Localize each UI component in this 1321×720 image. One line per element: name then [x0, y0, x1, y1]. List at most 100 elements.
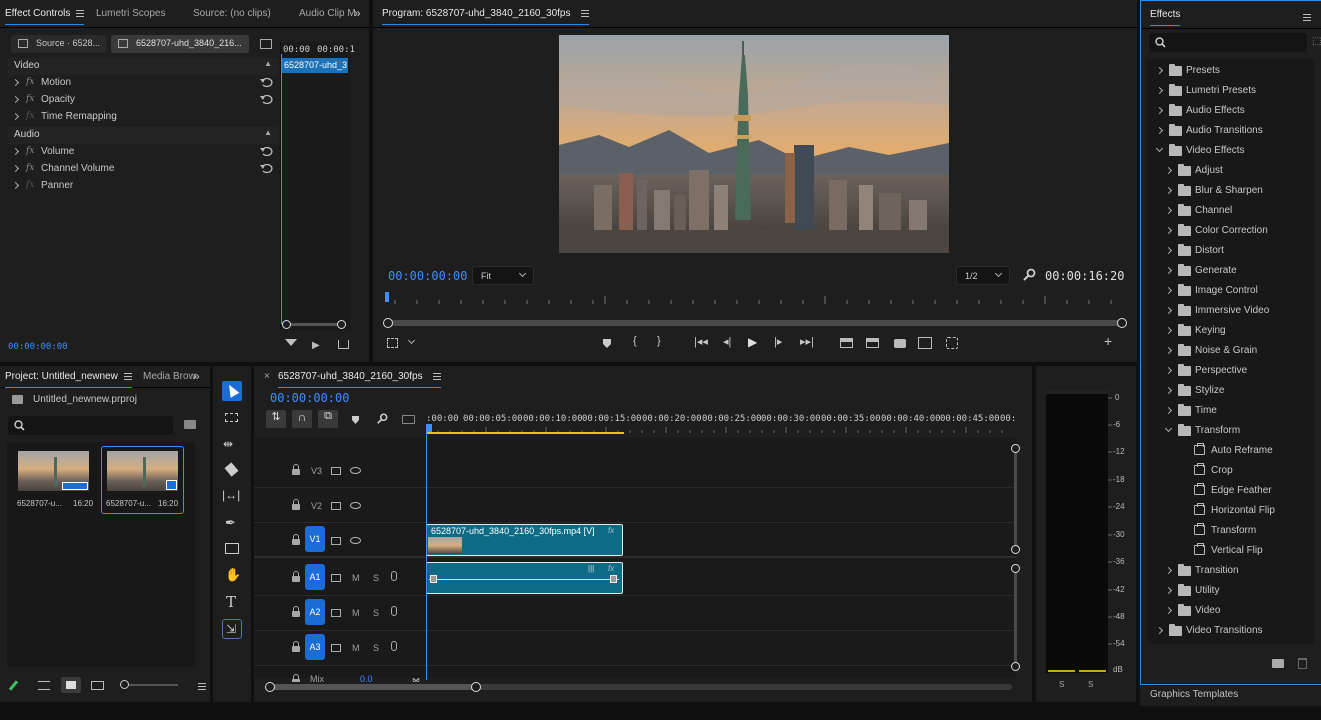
panel-menu-icon[interactable] [198, 682, 206, 690]
effect-row-motion[interactable]: fx Motion [8, 75, 278, 92]
expand-volume-icon[interactable] [11, 147, 20, 156]
solo-button[interactable]: S [373, 643, 379, 653]
eye-icon[interactable] [350, 537, 361, 544]
mark-in-icon[interactable]: { [633, 335, 637, 347]
camera-icon[interactable] [894, 339, 906, 348]
add-marker-icon[interactable] [602, 338, 612, 349]
solo-button[interactable]: S [373, 608, 379, 618]
resolution-select[interactable]: 1/2 [956, 266, 1010, 285]
lock-icon[interactable] [292, 606, 300, 617]
timeline-ruler[interactable]: :00:00 00:00:05:00 00:00:10:00 00:00:15:… [426, 410, 1016, 434]
expand-time-remapping-icon[interactable] [11, 112, 20, 121]
filter-icon[interactable] [285, 339, 297, 346]
track-target-a3[interactable]: A3 [305, 634, 325, 660]
panel-menu-icon[interactable] [1303, 13, 1311, 21]
mark-out-icon[interactable]: } [657, 335, 661, 347]
mute-button[interactable]: M [352, 573, 360, 583]
effect-row-time-remapping[interactable]: fx Time Remapping [8, 109, 278, 126]
collapse-video-icon[interactable]: ▲ [264, 59, 272, 68]
tab-sequence[interactable]: 6528707-uhd_3840_2160_30fps [278, 371, 441, 388]
effect-row-channel-volume[interactable]: fx Channel Volume [8, 161, 278, 178]
toggle-timeline-view-icon[interactable] [260, 39, 272, 49]
program-time-ruler[interactable] [385, 292, 1122, 306]
work-area-bar[interactable] [426, 432, 624, 434]
tab-effect-controls[interactable]: Effect Controls [5, 8, 85, 25]
fx-icon[interactable]: fx [26, 111, 34, 121]
program-video-frame[interactable] [559, 35, 949, 253]
go-to-in-icon[interactable]: |◂◂ [694, 335, 708, 348]
extract-icon[interactable] [866, 338, 879, 348]
play-icon[interactable]: ▶ [748, 335, 757, 349]
play-audio-icon[interactable]: ▶ [312, 340, 320, 351]
microphone-icon[interactable] [391, 641, 397, 651]
audio-volume-line[interactable] [429, 579, 619, 580]
tab-project[interactable]: Project: Untitled_newnew [5, 371, 132, 388]
reset-channel-volume-icon[interactable] [260, 162, 274, 174]
timeline-timecode[interactable]: 00:00:00:00 [270, 391, 349, 405]
effect-row-volume[interactable]: fx Volume [8, 144, 278, 161]
solo-left-button[interactable]: S [1059, 680, 1064, 689]
close-tab-icon[interactable]: × [264, 371, 270, 382]
new-bin-icon[interactable] [1272, 659, 1284, 668]
lock-icon[interactable] [292, 571, 300, 582]
sync-lock-icon[interactable] [331, 537, 341, 545]
tab-audio-clip-mixer[interactable]: Audio Clip M [299, 8, 356, 19]
fx-badge-icon[interactable]: fx [608, 564, 614, 573]
panel-menu-icon[interactable] [123, 372, 132, 380]
rectangle-tool[interactable] [222, 539, 242, 559]
program-zoom-scrollbar[interactable] [383, 318, 1128, 328]
add-button-icon[interactable]: + [1104, 333, 1112, 349]
video-clip[interactable]: 6528707-uhd_3840_2160_30fps.mp4 [V] fx [426, 524, 623, 556]
track-select-tool[interactable] [222, 408, 242, 428]
mix-value[interactable]: 0.0 [360, 674, 373, 682]
snap-toggle-button[interactable]: ∩ [292, 410, 312, 428]
wrench-icon[interactable] [1022, 268, 1036, 282]
pen-tool[interactable]: ✒ [222, 513, 242, 533]
type-tool[interactable]: T [222, 592, 242, 612]
panel-menu-icon[interactable] [580, 9, 589, 17]
lock-icon[interactable] [292, 464, 300, 475]
go-to-out-icon[interactable]: ▸▸| [800, 335, 814, 348]
panel-menu-icon[interactable] [76, 9, 85, 17]
clip-chip[interactable]: 6528707-uhd_3840_216... [111, 35, 249, 53]
fx-icon[interactable]: fx [26, 163, 34, 173]
settings-grid-icon[interactable] [387, 338, 398, 348]
effect-controls-timecode[interactable]: 00:00:00:00 [8, 342, 68, 352]
delete-icon[interactable] [1298, 658, 1307, 669]
captions-icon[interactable] [402, 415, 415, 424]
mini-playhead[interactable] [281, 54, 282, 324]
eye-icon[interactable] [350, 467, 361, 474]
step-forward-icon[interactable]: |▸ [774, 335, 782, 348]
audio-track-scrollbar[interactable] [1011, 564, 1020, 672]
timeline-zoom-scrollbar[interactable] [265, 682, 1015, 692]
export-icon[interactable] [338, 340, 349, 349]
tab-media-browser[interactable]: Media Brow [143, 371, 196, 382]
project-item-sequence[interactable]: 6528707-u... 16:20 [101, 446, 184, 514]
ripple-edit-tool[interactable]: ⇹ [222, 434, 242, 454]
keyframe-icon[interactable] [610, 575, 617, 583]
list-view-icon[interactable] [38, 681, 50, 690]
lock-icon[interactable] [292, 499, 300, 510]
lift-icon[interactable] [840, 338, 853, 348]
chevron-down-icon[interactable] [407, 336, 416, 345]
collapse-audio-icon[interactable]: ▲ [264, 128, 272, 137]
wrench-icon[interactable] [376, 413, 388, 425]
fx-icon[interactable]: fx [26, 77, 34, 87]
slip-tool[interactable]: |↔| [222, 486, 242, 506]
reset-opacity-icon[interactable] [260, 93, 274, 105]
mute-button[interactable]: M [352, 643, 360, 653]
microphone-icon[interactable] [391, 571, 397, 581]
track-target-a2[interactable]: A2 [305, 599, 325, 625]
pencil-icon[interactable] [8, 680, 19, 691]
selection-tool[interactable] [222, 381, 242, 401]
freeform-view-icon[interactable] [91, 681, 104, 690]
find-in-bin-icon[interactable] [184, 420, 196, 429]
overflow-tabs-icon[interactable]: » [193, 369, 200, 383]
sync-lock-icon[interactable] [331, 644, 341, 652]
program-timecode-current[interactable]: 00:00:00:00 [388, 269, 467, 283]
step-back-icon[interactable]: ◂| [723, 335, 731, 348]
fx-icon[interactable]: fx [26, 146, 34, 156]
comparison-view-icon[interactable] [918, 337, 932, 349]
effect-row-panner[interactable]: fx Panner [8, 178, 278, 195]
graphics-templates-tab[interactable]: Graphics Templates [1140, 686, 1321, 706]
